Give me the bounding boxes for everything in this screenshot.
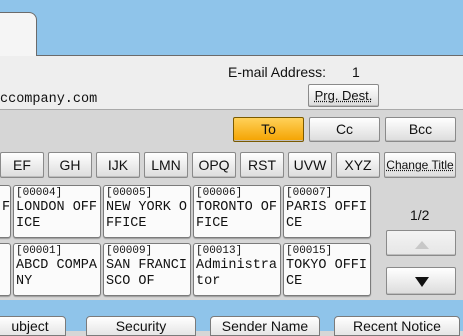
destination-entry[interactable]: [00015] TOKYO OFFI CE	[283, 243, 371, 296]
entry-name-line2: NY	[16, 274, 33, 289]
entry-name-line1: NEW YORK O	[106, 200, 188, 215]
scroll-down-button[interactable]	[386, 267, 456, 295]
entry-name-line2: CE	[286, 216, 303, 231]
destination-entry[interactable]: [00013] Administra tor	[193, 243, 281, 296]
cc-button[interactable]: Cc	[309, 117, 380, 142]
tab-subject[interactable]: ubject	[0, 316, 66, 336]
bcc-button[interactable]: Bcc	[385, 117, 456, 142]
entry-name-line1: ABCD COMPA	[16, 258, 98, 273]
entry-name-line1: TORONTO OF	[196, 200, 278, 215]
tab-sender-name[interactable]: Sender Name	[210, 316, 320, 336]
entry-number: [00007]	[286, 187, 333, 199]
entry-name-line2: FFICE	[106, 216, 147, 231]
top-tab-bar	[0, 0, 463, 56]
prg-dest-label: Prg. Dest.	[314, 88, 373, 103]
entry-number: [00001]	[16, 245, 63, 257]
entry-name-line1: Administra	[196, 258, 278, 273]
prg-dest-button[interactable]: Prg. Dest.	[308, 84, 379, 107]
up-arrow-icon	[415, 241, 429, 249]
index-tab-ijk[interactable]: IJK	[96, 152, 140, 178]
entry-name-line1: SAN FRANCI	[106, 258, 188, 273]
destination-entry[interactable]: [00005] NEW YORK O FFICE	[103, 185, 191, 238]
entry-name-line2: ICE	[16, 216, 41, 231]
destination-entry[interactable]: [00006] TORONTO OF FICE	[193, 185, 281, 238]
destination-entry[interactable]: [00007] PARIS OFFI CE	[283, 185, 371, 238]
email-address-label: E-mail Address:	[228, 64, 327, 80]
destination-entry[interactable]: [00004] LONDON OFF ICE	[13, 185, 101, 238]
destination-entry[interactable]: [00009] SAN FRANCI SCO OF	[103, 243, 191, 296]
scroll-up-button[interactable]	[386, 230, 456, 256]
destination-entry-partial[interactable]: F	[0, 185, 11, 238]
entry-name-line1: PARIS OFFI	[286, 200, 368, 215]
page-indicator: 1/2	[410, 207, 430, 223]
change-title-button[interactable]: Change Title	[384, 152, 456, 178]
tab-security[interactable]: Security	[86, 316, 196, 336]
index-tab-uvw[interactable]: UVW	[288, 152, 332, 178]
entry-number: [00013]	[196, 245, 243, 257]
index-tab-xyz[interactable]: XYZ	[336, 152, 380, 178]
entry-name-line2: SCO OF	[106, 274, 155, 289]
entered-address: ccompany.com	[0, 92, 98, 107]
to-button[interactable]: To	[233, 117, 304, 142]
index-tab-opq[interactable]: OPQ	[192, 152, 236, 178]
entry-name-line2: CE	[286, 274, 303, 289]
top-tab[interactable]	[0, 12, 37, 58]
entry-number: [00004]	[16, 187, 63, 199]
entry-number: [00009]	[106, 245, 153, 257]
down-arrow-icon	[415, 277, 429, 287]
entry-number: [00005]	[106, 187, 153, 199]
index-tab-gh[interactable]: GH	[48, 152, 92, 178]
tab-recent-notice[interactable]: Recent Notice	[334, 316, 460, 336]
entry-name-line1: TOKYO OFFI	[286, 258, 368, 273]
entry-name-line2: FICE	[196, 216, 229, 231]
index-tab-lmn[interactable]: LMN	[144, 152, 188, 178]
destination-entry-partial[interactable]	[0, 243, 11, 296]
email-address-count: 1	[352, 64, 360, 80]
entry-number: [00006]	[196, 187, 243, 199]
entry-name-line1: LONDON OFF	[16, 200, 98, 215]
entry-name-partial: F	[2, 200, 11, 215]
entry-name-line2: tor	[196, 274, 221, 289]
index-tab-ef[interactable]: EF	[0, 152, 44, 178]
entry-number: [00015]	[286, 245, 333, 257]
change-title-label: Change Title	[386, 158, 454, 172]
index-tab-rst[interactable]: RST	[240, 152, 284, 178]
destination-entry[interactable]: [00001] ABCD COMPA NY	[13, 243, 101, 296]
